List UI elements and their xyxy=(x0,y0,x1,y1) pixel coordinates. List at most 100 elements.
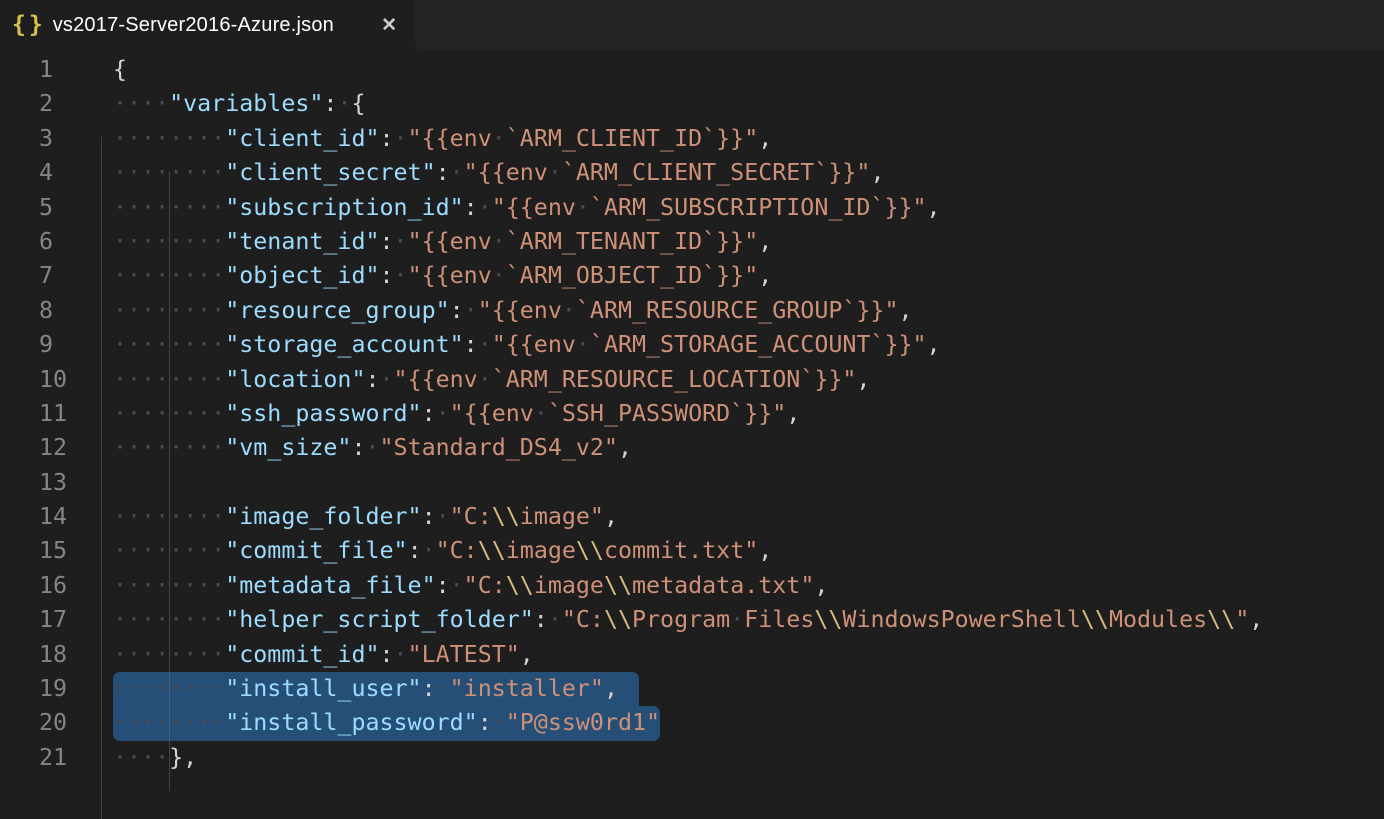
close-tab-icon[interactable]: ✕ xyxy=(379,14,399,37)
line-number[interactable]: 16 xyxy=(39,569,67,603)
whitespace-dots: · xyxy=(436,675,450,702)
indent-guide xyxy=(101,137,102,819)
line-number[interactable]: 14 xyxy=(39,500,67,534)
code-line[interactable]: 18 ········"commit_id":·"LATEST", xyxy=(0,638,1384,672)
code-line[interactable]: 10 ········"location":·"{{env·`ARM_RESOUR… xyxy=(0,363,1384,397)
code-line[interactable]: 4········"client_secret":·"{{env·`ARM_CL… xyxy=(0,156,1384,190)
whitespace-dots: · xyxy=(492,125,506,152)
line-number[interactable]: 18 xyxy=(39,638,67,672)
whitespace-dots: · xyxy=(478,331,492,358)
whitespace-dots: · xyxy=(337,90,351,117)
line-number[interactable]: 19 xyxy=(39,672,67,706)
whitespace-dots: ···· xyxy=(113,90,169,117)
line-number[interactable]: 13 xyxy=(39,466,67,500)
line-number[interactable]: 1 xyxy=(39,53,53,87)
code-line-text: ········"storage_account":·"{{env·`ARM_S… xyxy=(113,328,941,362)
code-line-text: { xyxy=(113,53,127,87)
whitespace-dots: · xyxy=(365,434,379,461)
code-line[interactable]: 21····}, xyxy=(0,741,1384,775)
line-number[interactable]: 12 xyxy=(39,431,67,465)
code-line[interactable]: 3········"client_id":·"{{env·`ARM_CLIENT… xyxy=(0,122,1384,156)
code-line-text: ········"tenant_id":·"{{env·`ARM_TENANT_… xyxy=(113,225,772,259)
code-line-text: ········"vm_size":·"Standard_DS4_v2", xyxy=(113,431,632,465)
tab-vs2017-server2016-azure-json[interactable]: {} vs2017-Server2016-Azure.json ✕ xyxy=(0,0,415,50)
whitespace-dots: · xyxy=(562,297,576,324)
code-line-text: ········"install_user":·"installer", xyxy=(113,672,639,706)
line-number[interactable]: 2 xyxy=(39,87,53,121)
code-line-text: ····"variables":·{ xyxy=(113,87,366,121)
line-number[interactable]: 6 xyxy=(39,225,53,259)
line-number[interactable]: 20 xyxy=(39,706,67,740)
code-line[interactable]: 5········"subscription_id":·"{{env·`ARM_… xyxy=(0,191,1384,225)
code-line[interactable]: 6········"tenant_id":·"{{env·`ARM_TENANT… xyxy=(0,225,1384,259)
code-line[interactable]: 14 ········"image_folder":·"C:\\image", xyxy=(0,500,1384,534)
code-editor[interactable]: 1{2····"variables":·{3········"client_id… xyxy=(0,50,1384,775)
code-line-text: ········"image_folder":·"C:\\image", xyxy=(113,500,618,534)
whitespace-dots: · xyxy=(436,503,450,530)
code-line[interactable]: 11········"ssh_password":·"{{env·`SSH_PA… xyxy=(0,397,1384,431)
line-number[interactable]: 5 xyxy=(39,191,53,225)
line-number[interactable]: 15 xyxy=(39,534,67,568)
code-line[interactable]: 7········"object_id":·"{{env·`ARM_OBJECT… xyxy=(0,259,1384,293)
code-line-text: ········"metadata_file":·"C:\\image\\met… xyxy=(113,569,828,603)
code-line-text: ········"commit_file":·"C:\\image\\commi… xyxy=(113,534,772,568)
whitespace-dots: · xyxy=(576,194,590,221)
line-number[interactable]: 9 xyxy=(39,328,53,362)
code-line[interactable]: 15 ········"commit_file":·"C:\\image\\com… xyxy=(0,534,1384,568)
code-line-text: ········"helper_script_folder":·"C:\\Pro… xyxy=(113,603,1263,637)
whitespace-dots: · xyxy=(478,366,492,393)
code-line[interactable]: 8········"resource_group":·"{{env·`ARM_R… xyxy=(0,294,1384,328)
whitespace-dots: · xyxy=(394,228,408,255)
tab-bar-empty-area xyxy=(415,0,1384,50)
line-number[interactable]: 8 xyxy=(39,294,53,328)
tab-title: vs2017-Server2016-Azure.json xyxy=(53,14,334,37)
code-line-text: ········"install_password":·"P@ssw0rd1" xyxy=(113,706,660,740)
code-line[interactable]: 13 xyxy=(0,466,1384,500)
line-number[interactable]: 3 xyxy=(39,122,53,156)
selection-highlight: ········"install_password":·"P@ssw0rd1" xyxy=(113,706,660,740)
whitespace-dots: · xyxy=(730,606,744,633)
code-line-text: ········"client_secret":·"{{env·`ARM_CLI… xyxy=(113,156,884,190)
line-number[interactable]: 7 xyxy=(39,259,53,293)
code-line[interactable]: 20 ········"install_password":·"P@ssw0rd1… xyxy=(0,706,1384,740)
line-number[interactable]: 10 xyxy=(39,363,67,397)
whitespace-dots: ···· xyxy=(113,744,169,771)
code-line-text: ········"object_id":·"{{env·`ARM_OBJECT_… xyxy=(113,259,772,293)
whitespace-dots: · xyxy=(548,606,562,633)
code-line-text: ········"subscription_id":·"{{env·`ARM_S… xyxy=(113,191,941,225)
whitespace-dots: · xyxy=(422,537,436,564)
whitespace-dots: · xyxy=(534,400,548,427)
whitespace-dots: · xyxy=(576,331,590,358)
code-line-text: ········"resource_group":·"{{env·`ARM_RE… xyxy=(113,294,913,328)
whitespace-dots: · xyxy=(450,159,464,186)
code-line[interactable]: 16 ········"metadata_file":·"C:\\image\\m… xyxy=(0,569,1384,603)
line-number[interactable]: 4 xyxy=(39,156,53,190)
line-number[interactable]: 17 xyxy=(39,603,67,637)
code-line[interactable]: 17········"helper_script_folder":·"C:\\P… xyxy=(0,603,1384,637)
whitespace-dots: · xyxy=(394,641,408,668)
whitespace-dots: ········ xyxy=(113,125,225,152)
whitespace-dots: · xyxy=(492,228,506,255)
whitespace-dots: · xyxy=(478,194,492,221)
whitespace-dots: · xyxy=(464,297,478,324)
line-number[interactable]: 11 xyxy=(39,397,67,431)
code-line[interactable]: 12 ········"vm_size":·"Standard_DS4_v2", xyxy=(0,431,1384,465)
code-lines: 1{2····"variables":·{3········"client_id… xyxy=(0,53,1384,775)
code-line[interactable]: 2 ····"variables":·{ xyxy=(0,87,1384,121)
whitespace-dots: · xyxy=(492,709,506,736)
whitespace-dots: · xyxy=(548,159,562,186)
code-line[interactable]: 1{ xyxy=(0,53,1384,87)
line-number[interactable]: 21 xyxy=(39,741,67,775)
code-line-text: ········"commit_id":·"LATEST", xyxy=(113,638,534,672)
selection-highlight: ········"install_user":·"installer", xyxy=(113,672,639,706)
whitespace-dots: · xyxy=(394,262,408,289)
whitespace-dots: · xyxy=(492,262,506,289)
tab-bar: {} vs2017-Server2016-Azure.json ✕ xyxy=(0,0,1384,50)
code-line-text: ········"location":·"{{env·`ARM_RESOURCE… xyxy=(113,363,870,397)
whitespace-dots: · xyxy=(394,125,408,152)
code-line-text: ········"client_id":·"{{env·`ARM_CLIENT_… xyxy=(113,122,772,156)
code-line[interactable]: 9········"storage_account":·"{{env·`ARM_… xyxy=(0,328,1384,362)
whitespace-dots: · xyxy=(450,572,464,599)
code-line[interactable]: 19 ········"install_user":·"installer", xyxy=(0,672,1384,706)
whitespace-dots: · xyxy=(436,400,450,427)
